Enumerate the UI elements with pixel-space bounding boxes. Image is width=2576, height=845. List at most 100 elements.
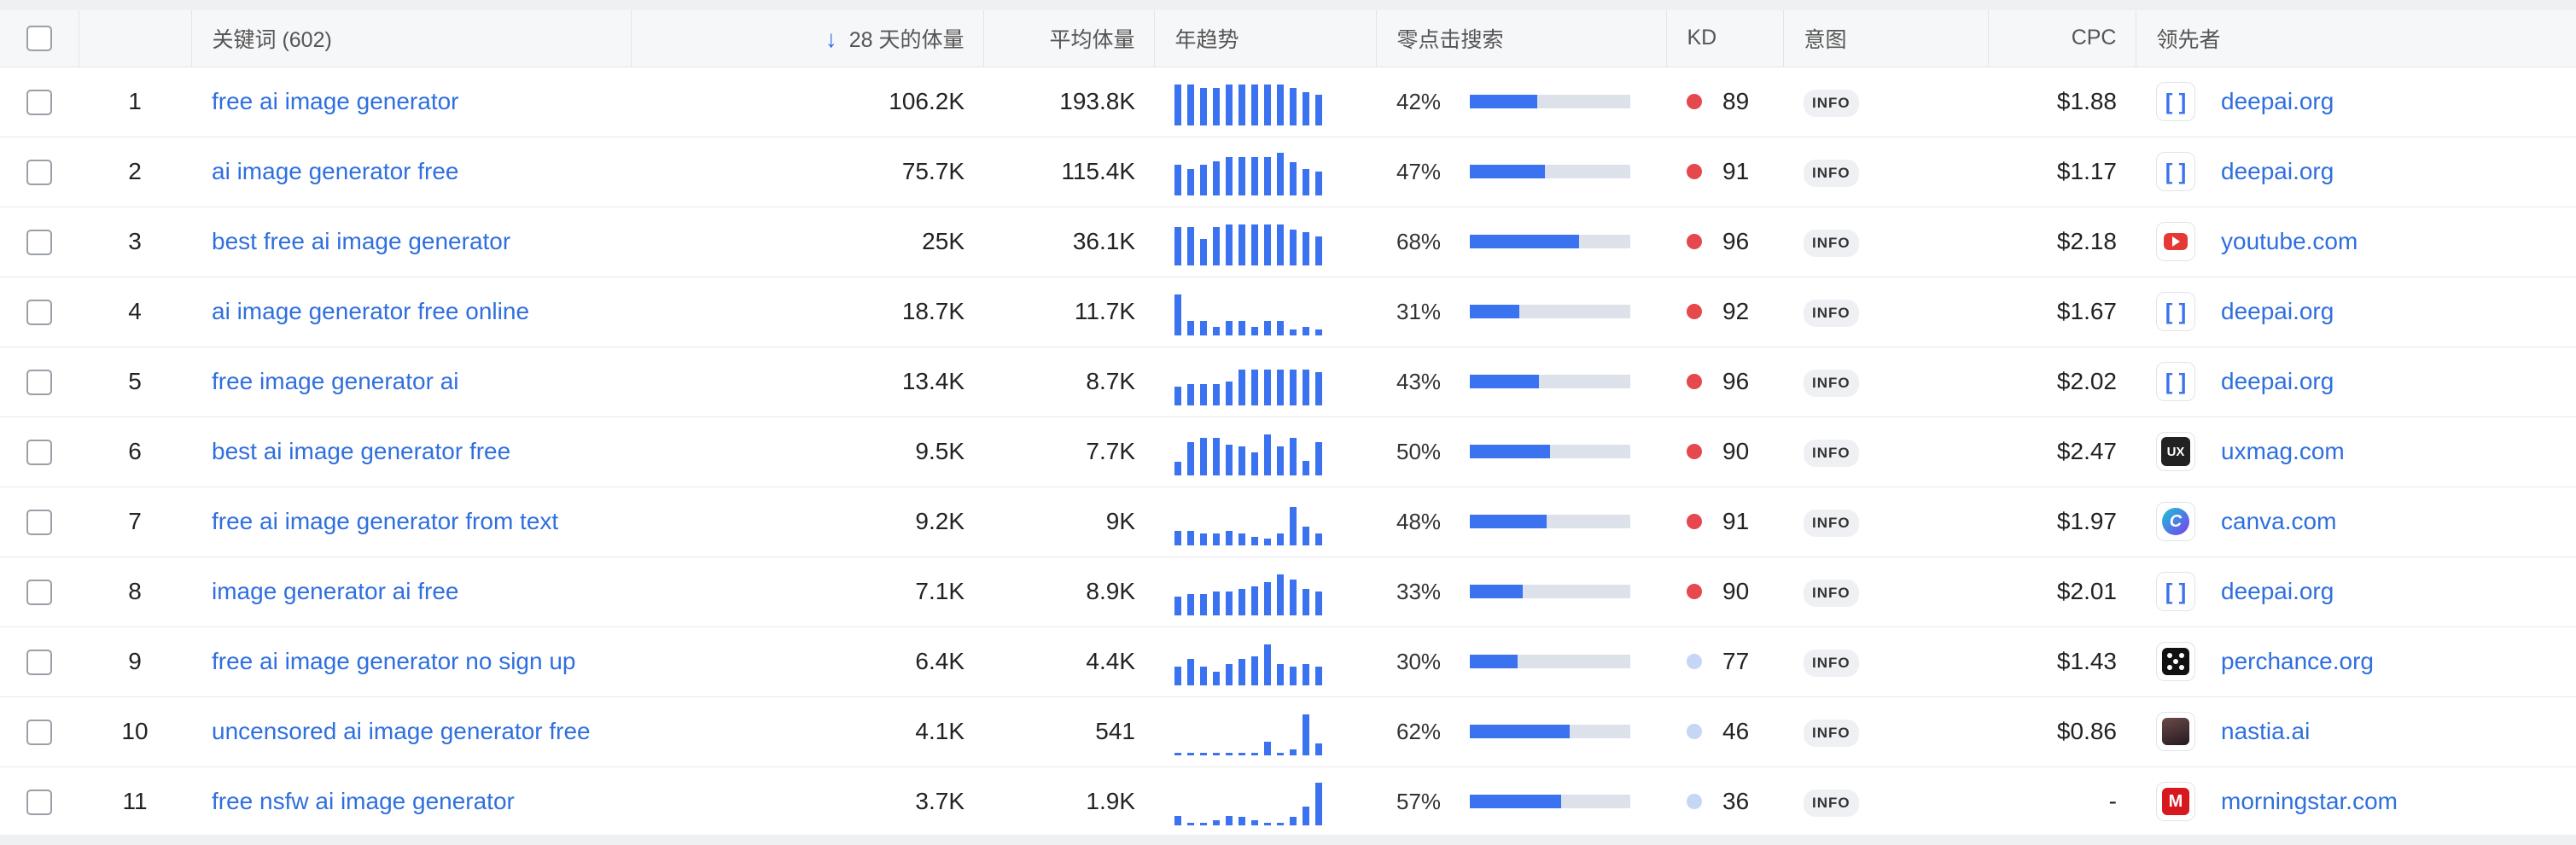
trend-bar <box>1303 232 1309 265</box>
row-checkbox[interactable] <box>26 440 52 466</box>
avg-volume: 1.9K <box>983 766 1154 837</box>
row-checkbox[interactable] <box>26 300 52 326</box>
kd-cell: 90 <box>1666 417 1783 487</box>
keyword-link[interactable]: best free ai image generator <box>212 228 510 254</box>
zero-click-bar-fill <box>1470 725 1570 738</box>
trend-bar <box>1315 667 1322 685</box>
header-trend[interactable]: 年趋势 <box>1154 10 1377 67</box>
keyword-link[interactable]: free nsfw ai image generator <box>212 788 515 814</box>
header-trend-label: 年趋势 <box>1174 27 1239 52</box>
row-checkbox[interactable] <box>26 580 52 606</box>
row-number: 7 <box>79 487 191 557</box>
zero-click-percent: 43% <box>1396 368 1442 394</box>
kd-cell: 90 <box>1666 557 1783 627</box>
kd-dot-icon <box>1687 304 1702 319</box>
row-checkbox[interactable] <box>26 720 52 746</box>
trend-sparkline <box>1174 778 1355 825</box>
select-all-checkbox[interactable] <box>26 25 52 51</box>
header-cpc-label: CPC <box>2071 26 2117 50</box>
leader-link[interactable]: youtube.com <box>2221 228 2357 255</box>
trend-bar <box>1277 574 1284 615</box>
header-volume-28d[interactable]: ↓ 28 天的体量 <box>631 10 984 67</box>
zero-click-cell: 30% <box>1376 626 1666 697</box>
zero-click-bar-fill <box>1470 585 1524 598</box>
row-checkbox[interactable] <box>26 790 52 816</box>
trend-bar <box>1226 445 1233 475</box>
header-cpc[interactable]: CPC <box>1988 10 2136 67</box>
header-zero-click[interactable]: 零点击搜索 <box>1376 10 1667 67</box>
trend-sparkline <box>1174 428 1355 475</box>
trend-bar <box>1277 224 1284 265</box>
row-checkbox[interactable] <box>26 160 52 186</box>
leader-link[interactable]: deepai.org <box>2221 578 2334 605</box>
intent-cell: INFO <box>1783 347 1988 417</box>
keyword-cell: free ai image generator from text <box>191 487 631 557</box>
keyword-link[interactable]: uncensored ai image generator free <box>212 718 591 744</box>
leader-link[interactable]: uxmag.com <box>2221 438 2345 465</box>
leader-link[interactable]: deepai.org <box>2221 368 2334 395</box>
trend-bar <box>1174 667 1181 685</box>
keyword-link[interactable]: image generator ai free <box>212 578 459 604</box>
trend-bar <box>1251 452 1258 475</box>
header-kd-label: KD <box>1687 26 1717 50</box>
keyword-link[interactable]: free image generator ai <box>212 368 459 394</box>
keyword-link[interactable]: best ai image generator free <box>212 438 510 464</box>
trend-bar <box>1226 382 1233 405</box>
header-leader[interactable]: 领先者 <box>2136 10 2576 67</box>
table-row: 3 best free ai image generator 25K 36.1K… <box>0 207 2576 277</box>
header-intent[interactable]: 意图 <box>1783 10 1989 67</box>
trend-bar <box>1264 742 1271 755</box>
trend-bar <box>1251 157 1258 195</box>
intent-badge: INFO <box>1804 440 1859 467</box>
kd-value: 92 <box>1722 298 1750 324</box>
intent-badge: INFO <box>1804 510 1859 537</box>
sort-down-icon[interactable]: ↓ <box>825 26 837 52</box>
trend-bar <box>1303 807 1309 825</box>
trend-bar <box>1264 644 1271 685</box>
leader-link[interactable]: deepai.org <box>2221 88 2334 115</box>
trend-bar <box>1226 157 1233 195</box>
table-header: 关键词 (602) ↓ 28 天的体量 平均体量 年趋势 零点击搜索 KD 意图 … <box>0 10 2576 67</box>
header-keyword[interactable]: 关键词 (602) <box>191 10 632 67</box>
trend-bar <box>1174 387 1181 405</box>
deepai-icon: [ ] <box>2156 152 2195 191</box>
row-checkbox[interactable] <box>26 510 52 536</box>
row-checkbox[interactable] <box>26 230 52 256</box>
trend-bar <box>1213 227 1220 265</box>
zero-click-bar-fill <box>1470 165 1546 178</box>
leader-link[interactable]: deepai.org <box>2221 158 2334 185</box>
avg-volume: 4.4K <box>983 626 1154 697</box>
keyword-cell: best ai image generator free <box>191 417 631 487</box>
leader-link[interactable]: nastia.ai <box>2221 718 2310 745</box>
keyword-link[interactable]: ai image generator free online <box>212 298 529 324</box>
trend-bar <box>1277 753 1284 755</box>
header-avg-volume[interactable]: 平均体量 <box>983 10 1155 67</box>
row-checkbox[interactable] <box>26 650 52 676</box>
row-checkbox[interactable] <box>26 90 52 116</box>
trend-bar <box>1277 321 1284 335</box>
intent-cell: INFO <box>1783 487 1988 557</box>
trend-bar <box>1277 153 1284 195</box>
trend-bar <box>1251 327 1258 335</box>
trend-bar <box>1251 753 1258 755</box>
leader-link[interactable]: canva.com <box>2221 508 2336 535</box>
trend-bar <box>1315 236 1322 265</box>
keyword-link[interactable]: free ai image generator <box>212 88 459 114</box>
kd-dot-icon <box>1687 94 1702 109</box>
keyword-link[interactable]: free ai image generator no sign up <box>212 648 576 674</box>
keyword-link[interactable]: free ai image generator from text <box>212 508 558 534</box>
zero-click-bar-fill <box>1470 305 1520 318</box>
leader-link[interactable]: deepai.org <box>2221 298 2334 325</box>
intent-cell: INFO <box>1783 696 1988 767</box>
leader-link[interactable]: morningstar.com <box>2221 788 2398 815</box>
intent-badge: INFO <box>1804 90 1859 117</box>
intent-cell: INFO <box>1783 766 1988 837</box>
zero-click-bar <box>1470 795 1630 808</box>
zero-click-bar <box>1470 445 1630 458</box>
header-kd[interactable]: KD <box>1666 10 1784 67</box>
row-checkbox[interactable] <box>26 370 52 396</box>
leader-link[interactable]: perchance.org <box>2221 648 2374 675</box>
keyword-link[interactable]: ai image generator free <box>212 158 459 184</box>
trend-cell <box>1154 626 1376 697</box>
trend-bar <box>1251 586 1258 615</box>
